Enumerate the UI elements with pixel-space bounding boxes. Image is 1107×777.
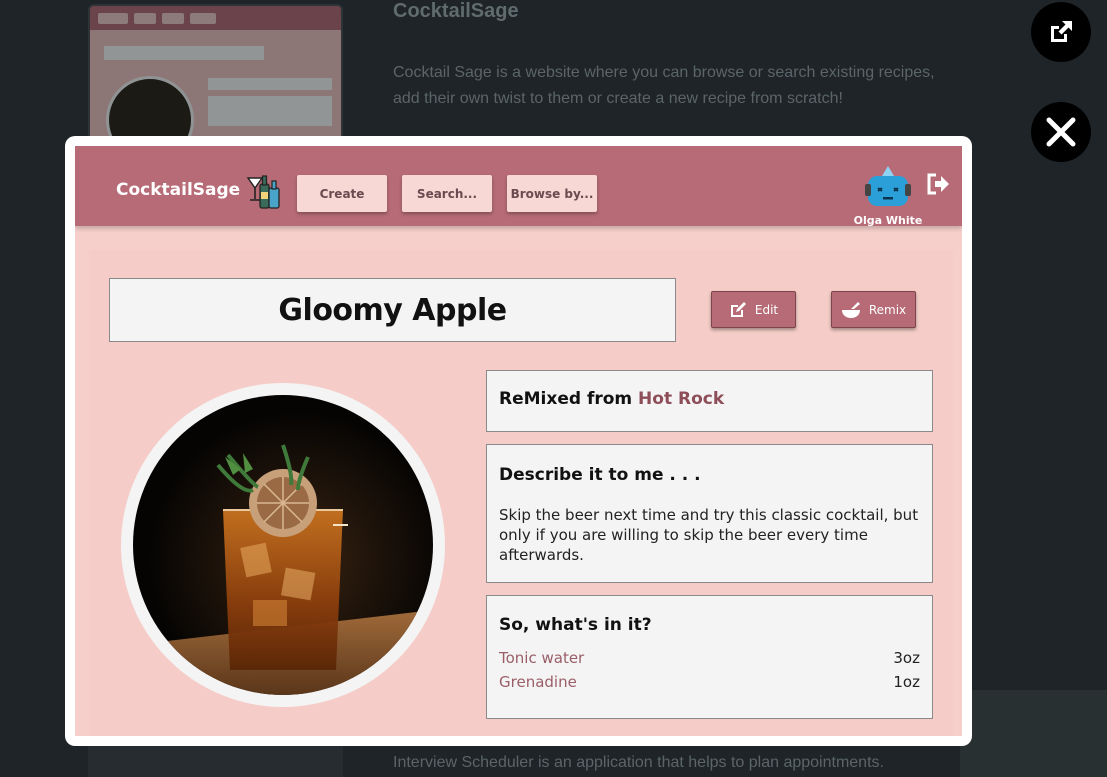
close-modal-button[interactable] [1031, 102, 1091, 162]
edit-icon [730, 301, 746, 317]
remixed-prefix: ReMixed from [499, 389, 633, 409]
user-name: Olga White [853, 214, 923, 227]
ingredient-row: Tonic water 3oz [499, 649, 920, 667]
description-text: Skip the beer next time and try this cla… [499, 506, 919, 564]
remix-label: Remix [868, 302, 907, 317]
description-heading: Describe it to me . . . [499, 465, 701, 485]
open-external-button[interactable] [1031, 2, 1091, 62]
cocktail-photo-frame [121, 383, 445, 707]
logout-icon[interactable] [926, 173, 950, 195]
nav-search-button[interactable]: Search... [402, 175, 492, 212]
background-project-thumbnail [88, 4, 343, 144]
recipe-content: Gloomy Apple Edit Remix ReMixed from Hot… [89, 250, 953, 736]
close-icon [1046, 117, 1076, 147]
recipe-title-box: Gloomy Apple [109, 278, 676, 342]
remixed-source-link[interactable]: Hot Rock [638, 389, 724, 409]
edit-button[interactable]: Edit [711, 291, 796, 328]
external-link-icon [1051, 21, 1072, 42]
ingredients-card: So, what's in it? Tonic water 3oz Grenad… [486, 595, 933, 719]
background-heading: CocktailSage [393, 0, 519, 22]
brand-name[interactable]: CocktailSage [116, 180, 240, 200]
description-card: Describe it to me . . . Skip the beer ne… [486, 444, 933, 583]
ingredient-row: Grenadine 1oz [499, 673, 920, 691]
recipe-title: Gloomy Apple [278, 292, 507, 328]
edit-label: Edit [754, 302, 779, 317]
mortar-pestle-icon [841, 301, 860, 318]
ingredient-name[interactable]: Tonic water [499, 649, 584, 667]
cocktail-photo [133, 395, 433, 695]
ingredient-amount: 1oz [893, 673, 920, 691]
robot-avatar-icon[interactable] [864, 164, 912, 210]
background-image-strip [960, 690, 1107, 777]
nav-browse-button[interactable]: Browse by... [507, 175, 597, 212]
background-paragraph: Cocktail Sage is a website where you can… [393, 64, 935, 107]
cocktail-bottles-icon [246, 175, 280, 209]
background-paragraph-2: Interview Scheduler is an application th… [393, 754, 884, 771]
ingredient-name[interactable]: Grenadine [499, 673, 577, 691]
navbar: CocktailSage Create Search... Browse by.… [75, 146, 962, 227]
app-frame: CocktailSage Create Search... Browse by.… [75, 146, 962, 736]
remixed-from-card: ReMixed from Hot Rock [486, 370, 933, 432]
ingredient-amount: 3oz [893, 649, 920, 667]
ingredients-heading: So, what's in it? [499, 615, 652, 635]
nav-create-button[interactable]: Create [297, 175, 387, 212]
remix-button[interactable]: Remix [831, 291, 916, 328]
project-preview-modal: CocktailSage Create Search... Browse by.… [65, 136, 972, 746]
